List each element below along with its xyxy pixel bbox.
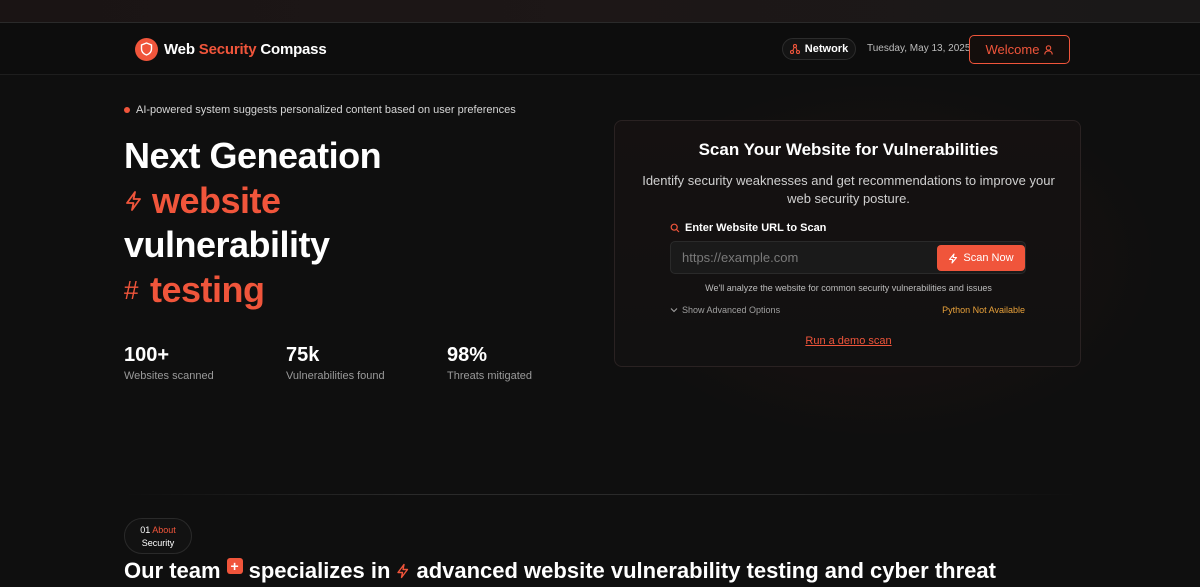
welcome-label: Welcome xyxy=(985,42,1040,57)
about-badge: 01 About Security xyxy=(124,518,192,554)
stat-websites-scanned: 100+ Websites scanned xyxy=(124,344,214,382)
hero-line-3: vulnerability xyxy=(124,224,330,265)
brand-name: Web Security Compass xyxy=(164,40,327,58)
shield-icon xyxy=(135,37,158,61)
stat-label: Vulnerabilities found xyxy=(286,370,385,382)
hero-heading: Next Geneation website vulnerability # t… xyxy=(124,134,382,313)
analyze-note: We'll analyze the website for common sec… xyxy=(705,283,992,293)
lightning-icon xyxy=(397,563,409,579)
network-label: Network xyxy=(804,43,849,55)
advanced-options-toggle[interactable]: Show Advanced Options xyxy=(670,305,780,315)
ai-tagline: AI-powered system suggests personalized … xyxy=(124,104,516,116)
stat-value: 75k xyxy=(286,344,320,366)
network-icon xyxy=(789,44,800,54)
url-label: Enter Website URL to Scan xyxy=(670,222,826,234)
demo-scan-link[interactable]: Run a demo scan xyxy=(615,335,1082,347)
scan-now-button[interactable]: Scan Now xyxy=(937,245,1025,271)
team-heading: Our team + specializes in advanced websi… xyxy=(124,558,996,583)
search-icon xyxy=(670,223,680,233)
python-status: Python Not Available xyxy=(942,305,1025,315)
about-badge-top: 01 About xyxy=(140,525,176,535)
stat-label: Websites scanned xyxy=(124,370,214,382)
lightning-icon xyxy=(949,252,958,264)
stat-label: Threats mitigated xyxy=(447,370,532,382)
scan-description: Identify security weaknesses and get rec… xyxy=(642,173,1055,206)
hash-icon: # xyxy=(124,274,138,305)
url-input[interactable] xyxy=(672,243,936,272)
current-date: Tuesday, May 13, 2025 xyxy=(867,43,971,54)
stat-vulnerabilities-found: 75k Vulnerabilities found xyxy=(286,344,385,382)
stat-value: 98% xyxy=(447,344,488,366)
hero-line-1: Next Geneation xyxy=(124,135,382,176)
url-input-group: Scan Now xyxy=(670,241,1026,274)
brand[interactable]: Web Security Compass xyxy=(135,37,327,61)
scan-card: Scan Your Website for Vulnerabilities Id… xyxy=(614,120,1081,367)
plus-icon: + xyxy=(226,558,243,574)
top-strip xyxy=(0,0,1200,23)
network-button[interactable]: Network xyxy=(782,38,856,60)
hero-line-2: website xyxy=(124,179,381,224)
stat-value: 100+ xyxy=(124,344,170,366)
user-icon xyxy=(1044,44,1054,55)
scan-title: Scan Your Website for Vulnerabilities xyxy=(698,140,999,159)
navbar: Web Security Compass Network Tuesday, Ma… xyxy=(0,23,1200,75)
chevron-down-icon xyxy=(670,308,678,313)
about-badge-sublabel: Security xyxy=(141,538,175,548)
section-divider xyxy=(124,494,1076,495)
bullet-dot-icon xyxy=(124,107,130,113)
stat-threats-mitigated: 98% Threats mitigated xyxy=(447,344,532,382)
welcome-button[interactable]: Welcome xyxy=(969,35,1070,64)
lightning-icon xyxy=(126,190,141,211)
hero-line-4: # testing xyxy=(124,268,381,313)
